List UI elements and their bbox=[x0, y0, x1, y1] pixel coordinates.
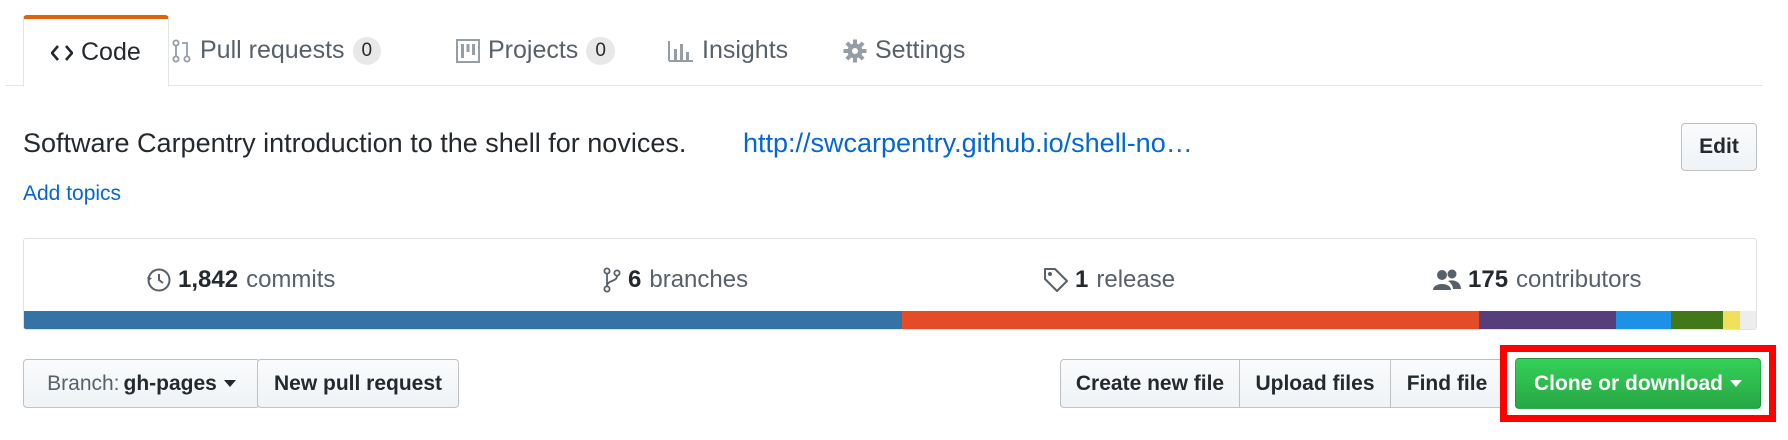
language-segment[interactable] bbox=[1671, 311, 1724, 329]
language-segment[interactable] bbox=[902, 311, 1479, 329]
file-actions-group: Create new file Upload files Find file bbox=[1060, 359, 1504, 408]
branch-select-button[interactable]: Branch: gh-pages bbox=[23, 359, 260, 408]
branches-count: 6 bbox=[628, 266, 642, 293]
contributors-link[interactable]: 175 contributors bbox=[1432, 263, 1641, 297]
history-icon bbox=[146, 267, 172, 293]
create-new-file-button[interactable]: Create new file bbox=[1060, 359, 1240, 408]
graph-icon bbox=[668, 40, 694, 62]
tab-code[interactable]: Code bbox=[23, 15, 169, 87]
tab-pull-requests[interactable]: Pull requests 0 bbox=[172, 15, 382, 86]
releases-link[interactable]: 1 release bbox=[1043, 263, 1175, 297]
language-segment[interactable] bbox=[1478, 311, 1616, 329]
contributors-label: contributors bbox=[1516, 266, 1642, 293]
commits-link[interactable]: 1,842 commits bbox=[146, 263, 335, 297]
git-pull-request-icon bbox=[172, 39, 192, 63]
language-segment[interactable] bbox=[24, 311, 903, 329]
repo-description: Software Carpentry introduction to the s… bbox=[23, 128, 687, 158]
tab-label: Insights bbox=[702, 36, 789, 64]
tag-icon bbox=[1043, 267, 1069, 293]
branch-name: gh-pages bbox=[123, 371, 217, 395]
releases-count: 1 bbox=[1075, 266, 1089, 293]
tab-insights[interactable]: Insights bbox=[668, 15, 788, 86]
repo-homepage-link[interactable]: http://swcarpentry.github.io/shell-no… bbox=[743, 128, 1193, 159]
language-segment[interactable] bbox=[1740, 311, 1756, 329]
projects-counter: 0 bbox=[586, 36, 615, 65]
commits-count: 1,842 bbox=[178, 266, 239, 293]
find-file-button[interactable]: Find file bbox=[1390, 359, 1504, 408]
repo-tab-nav: Code Pull requests 0 Projects 0 Insights… bbox=[5, 15, 1763, 87]
project-icon bbox=[456, 38, 480, 63]
tab-label: Code bbox=[81, 38, 141, 66]
new-pull-request-button[interactable]: New pull request bbox=[257, 359, 459, 408]
contributors-count: 175 bbox=[1468, 266, 1509, 293]
language-segment[interactable] bbox=[1723, 311, 1741, 329]
language-bar[interactable] bbox=[24, 311, 1756, 329]
git-branch-icon bbox=[602, 267, 622, 293]
chevron-down-icon bbox=[1730, 380, 1742, 387]
numbers-summary: 1,842 commits 6 branches 1 release 175 c… bbox=[23, 238, 1757, 330]
clone-or-download-button[interactable]: Clone or download bbox=[1515, 358, 1761, 409]
tab-label: Settings bbox=[875, 36, 966, 64]
code-icon bbox=[51, 44, 73, 62]
releases-label: release bbox=[1096, 266, 1176, 293]
language-segment[interactable] bbox=[1615, 311, 1672, 329]
branch-prefix: Branch: bbox=[47, 371, 120, 395]
edit-description-button[interactable]: Edit bbox=[1681, 123, 1757, 171]
tab-label: Projects bbox=[488, 36, 579, 64]
commits-label: commits bbox=[246, 266, 336, 293]
add-topics-link[interactable]: Add topics bbox=[23, 182, 121, 206]
organization-icon bbox=[1432, 268, 1462, 292]
tab-settings[interactable]: Settings bbox=[843, 15, 965, 86]
branches-label: branches bbox=[649, 266, 749, 293]
branches-link[interactable]: 6 branches bbox=[602, 263, 748, 297]
pull-requests-counter: 0 bbox=[352, 36, 382, 65]
tab-label: Pull requests bbox=[200, 36, 345, 64]
clone-label: Clone or download bbox=[1534, 371, 1723, 395]
chevron-down-icon bbox=[223, 380, 236, 387]
upload-files-button[interactable]: Upload files bbox=[1239, 359, 1391, 408]
gear-icon bbox=[843, 39, 867, 63]
tab-projects[interactable]: Projects 0 bbox=[456, 15, 615, 86]
